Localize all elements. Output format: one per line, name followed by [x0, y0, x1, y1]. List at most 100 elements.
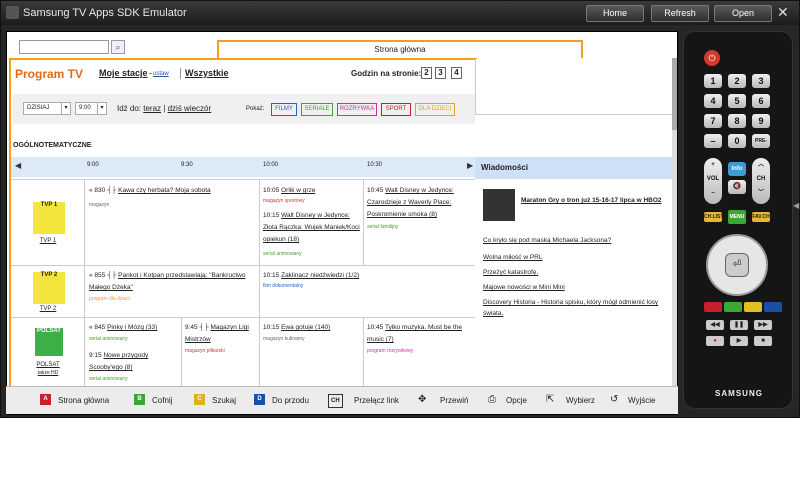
scrollbar-thumb[interactable]: [672, 58, 677, 130]
time-slot: 9:30: [181, 162, 193, 168]
power-icon[interactable]: ⏻: [704, 50, 720, 66]
bottom-options[interactable]: Opcje: [506, 387, 527, 415]
search-icon[interactable]: ⌕: [111, 40, 125, 54]
time-select[interactable]: 9:00 ▾: [75, 102, 107, 115]
pause-icon[interactable]: ❚❚: [730, 320, 748, 330]
digit-3-button[interactable]: 3: [752, 74, 770, 88]
info-button[interactable]: Info: [728, 162, 746, 176]
program-item[interactable]: 9:15 Nowe przygody Scooby'ego (8): [89, 350, 179, 374]
digit-7-button[interactable]: 7: [704, 114, 722, 128]
channel-cell[interactable]: TVP 1 TVP 1: [11, 180, 85, 265]
play-icon[interactable]: ▶: [730, 336, 748, 346]
filter-entertainment[interactable]: ROZRYWKA: [337, 103, 377, 116]
bottom-forward[interactable]: Do przodu: [272, 387, 309, 415]
close-icon[interactable]: ✕: [777, 5, 789, 19]
program-title[interactable]: Pinky i Mózg (33): [107, 324, 157, 331]
home-button[interactable]: Home: [586, 5, 644, 22]
bottom-select[interactable]: Wybierz: [566, 387, 595, 415]
filter-sport[interactable]: SPORT: [381, 103, 411, 116]
news-item[interactable]: Majowe nowości w Mini Mini: [483, 282, 673, 293]
rewind-icon[interactable]: ◀◀: [706, 320, 724, 330]
news-item[interactable]: Przeżyć katastrofę.: [483, 267, 673, 278]
tab-home[interactable]: Strona główna: [217, 40, 583, 58]
digit-8-button[interactable]: 8: [728, 114, 746, 128]
digit-2-button[interactable]: 2: [728, 74, 746, 88]
nav-set-link[interactable]: ustaw: [153, 71, 169, 77]
bottom-exit[interactable]: Wyjście: [628, 387, 655, 415]
program-item[interactable]: 10:45 Tylko muzyka. Must be the music (7…: [367, 322, 475, 346]
digit-1-button[interactable]: 1: [704, 74, 722, 88]
program-item[interactable]: 10:15 Zaklinacz niedźwiedzi (1/2): [263, 270, 463, 282]
program-title[interactable]: Zaklinacz niedźwiedzi (1/2): [281, 272, 359, 279]
program-item[interactable]: 10:45 Walt Disney w Jedynce: Czarodzieje…: [367, 185, 475, 221]
filter-series[interactable]: SERIALE: [301, 103, 333, 116]
digit-4-button[interactable]: 4: [704, 94, 722, 108]
bottom-back[interactable]: Cofnij: [152, 387, 172, 415]
filter-movies[interactable]: FILMY: [271, 103, 297, 116]
search-input[interactable]: [19, 40, 109, 54]
menu-button[interactable]: MENU: [728, 210, 746, 224]
channel-cell[interactable]: TVP 2 TVP 2: [11, 266, 85, 317]
program-title[interactable]: Kawa czy herbata? Moja sobota: [118, 187, 211, 194]
news-featured[interactable]: Maraton Gry o tron już 15-16-17 lipca w …: [521, 195, 671, 206]
bottom-search[interactable]: Szukaj: [212, 387, 236, 415]
news-item[interactable]: Wolna miłość w PRL: [483, 252, 673, 263]
program-item[interactable]: « 845 Pinky i Mózg (33): [89, 322, 179, 334]
program-item[interactable]: 9:45 ┤├ Magazyn Ligi Mistrzów: [185, 322, 257, 346]
nav-my-stations[interactable]: Moje stacje: [99, 68, 148, 78]
program-marker: ┤├: [107, 272, 117, 279]
mute-icon[interactable]: 🔇: [728, 180, 746, 194]
channel-rocker[interactable]: ︿ CH ﹀: [752, 158, 770, 204]
program-genre: magazyn kulinarny: [263, 336, 305, 342]
bottom-scroll[interactable]: Przewiń: [440, 387, 468, 415]
program-item[interactable]: 10:15 Ewa gotuje (140): [263, 322, 359, 334]
hours-option-2[interactable]: 2: [421, 67, 432, 79]
pre-ch-button[interactable]: PRE-CH: [752, 134, 770, 158]
collapse-handle-icon[interactable]: ◀: [793, 201, 799, 217]
enter-icon[interactable]: ⏎: [725, 253, 749, 277]
program-title[interactable]: Orlik w grze: [281, 187, 315, 194]
arrow-right-icon[interactable]: ▶: [467, 161, 473, 170]
goto-evening-link[interactable]: dziś wieczór: [168, 104, 212, 113]
nav-all-stations[interactable]: Wszystkie: [185, 68, 229, 78]
stop-icon[interactable]: ■: [754, 336, 772, 346]
blue-key-button[interactable]: [764, 302, 782, 312]
channel-name[interactable]: TVP 2: [11, 306, 85, 312]
program-item[interactable]: 10:15 Walt Disney w Jedynce: Złota Rączk…: [263, 210, 361, 246]
filter-bar: DZISIAJ ▾ 9:00 ▾ Idź do: teraz | dziś wiec…: [13, 94, 479, 124]
program-item[interactable]: « 830 ┤├ Kawa czy herbata? Moja sobota: [89, 185, 257, 197]
dash-button[interactable]: –: [704, 134, 722, 148]
channel-name[interactable]: TVP 1: [11, 238, 85, 244]
record-icon[interactable]: ●: [706, 336, 724, 346]
channel-name[interactable]: POLSAT: [11, 362, 85, 368]
emulator-window: Samsung TV Apps SDK Emulator Home Refres…: [0, 0, 800, 418]
fast-forward-icon[interactable]: ▶▶: [754, 320, 772, 330]
hours-option-4[interactable]: 4: [451, 67, 462, 79]
hours-option-3[interactable]: 3: [435, 67, 446, 79]
volume-rocker[interactable]: + VOL –: [704, 158, 722, 204]
fav-ch-button[interactable]: FAV.CH: [752, 212, 770, 222]
yellow-key-button[interactable]: [744, 302, 762, 312]
slot-divider: [259, 180, 260, 266]
news-thumbnail[interactable]: [483, 189, 515, 221]
refresh-button[interactable]: Refresh: [651, 5, 709, 22]
digit-6-button[interactable]: 6: [752, 94, 770, 108]
open-button[interactable]: Open: [714, 5, 772, 22]
digit-0-button[interactable]: 0: [728, 134, 746, 148]
digit-5-button[interactable]: 5: [728, 94, 746, 108]
program-item[interactable]: « 855 ┤├ Pankot i Kotpan przedstawiają: …: [89, 270, 257, 294]
bottom-home[interactable]: Strona główna: [58, 387, 109, 415]
goto-now-link[interactable]: teraz: [143, 104, 161, 113]
program-item[interactable]: 10:05 Orlik w grze: [263, 185, 359, 197]
program-title[interactable]: Ewa gotuje (140): [281, 324, 330, 331]
ch-list-button[interactable]: CH.LIST: [704, 212, 723, 222]
news-item[interactable]: Discovery Historia - Historia spisku, kt…: [483, 297, 673, 319]
bottom-switch-link[interactable]: Przełącz link: [354, 387, 399, 415]
day-select[interactable]: DZISIAJ ▾: [23, 102, 71, 115]
arrow-left-icon[interactable]: ◀: [15, 161, 21, 170]
digit-9-button[interactable]: 9: [752, 114, 770, 128]
red-key-button[interactable]: [704, 302, 722, 312]
green-key-button[interactable]: [724, 302, 742, 312]
filter-kids[interactable]: DLA DZIECI: [415, 103, 455, 116]
news-item[interactable]: Co kryło się pod maską Michaela Jacksona…: [483, 235, 673, 246]
